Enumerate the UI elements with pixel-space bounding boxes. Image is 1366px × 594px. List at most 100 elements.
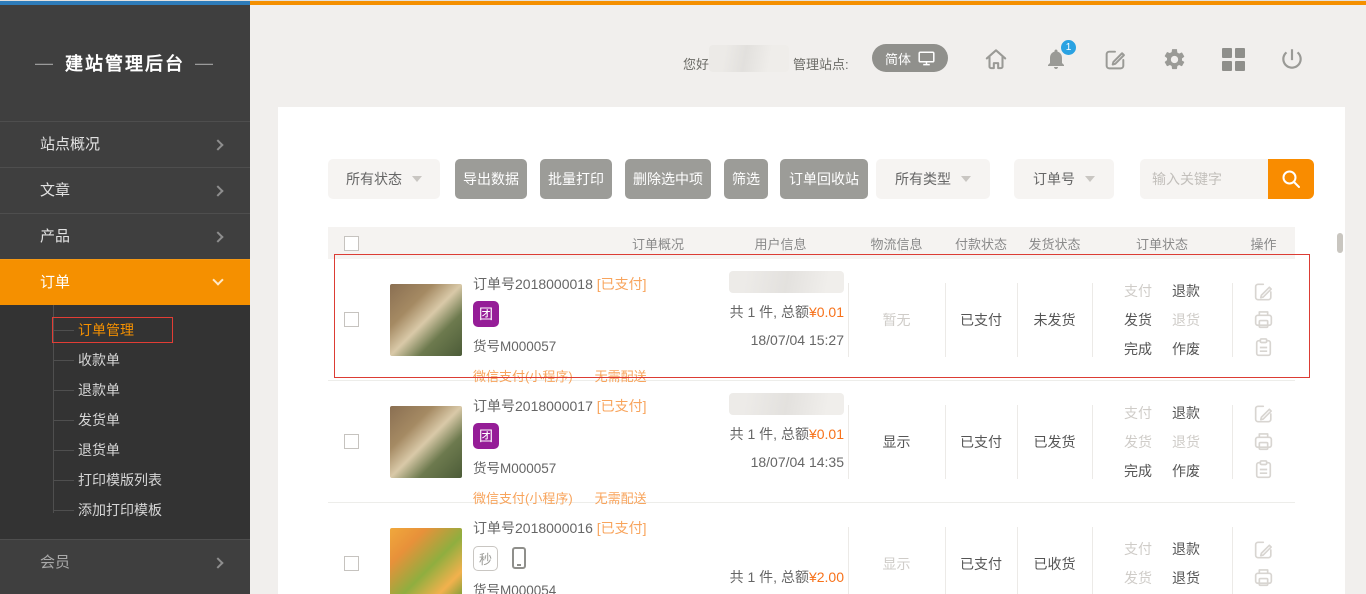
action-pay: 支付 bbox=[1124, 403, 1152, 423]
product-thumbnail[interactable] bbox=[390, 406, 462, 478]
action-pay: 支付 bbox=[1124, 539, 1152, 559]
action-void[interactable]: 作废 bbox=[1172, 461, 1200, 481]
keyword-input[interactable] bbox=[1140, 159, 1268, 199]
paid-tag: [已支付] bbox=[597, 520, 647, 536]
filter-button[interactable]: 筛选 bbox=[724, 159, 768, 199]
order-rows: 订单号2018000018 [已支付] 团 货号M000057 微信支付(小程序… bbox=[328, 259, 1295, 594]
submenu-item-label: 发货单 bbox=[78, 412, 120, 428]
row-checkbox[interactable] bbox=[344, 312, 359, 327]
export-data-button[interactable]: 导出数据 bbox=[455, 159, 527, 199]
action-complete[interactable]: 完成 bbox=[1124, 461, 1152, 481]
order-recycle-bin-button[interactable]: 订单回收站 bbox=[780, 159, 868, 199]
action-return: 退货 bbox=[1172, 310, 1200, 330]
sidebar-item-members[interactable]: 会员 bbox=[0, 539, 250, 585]
clipboard-icon[interactable] bbox=[1252, 458, 1276, 482]
submenu-item-shipping-orders[interactable]: 发货单 bbox=[0, 405, 250, 435]
product-thumbnail[interactable] bbox=[390, 284, 462, 356]
action-refund[interactable]: 退款 bbox=[1172, 281, 1200, 301]
print-icon[interactable] bbox=[1252, 566, 1276, 590]
edit-icon[interactable] bbox=[1252, 402, 1276, 426]
row-checkbox[interactable] bbox=[344, 556, 359, 571]
ship-status-value: 未发货 bbox=[1034, 310, 1076, 330]
bell-icon[interactable]: 1 bbox=[1042, 45, 1070, 73]
power-icon[interactable] bbox=[1278, 45, 1306, 73]
order-datetime: 18/07/04 15:27 bbox=[713, 332, 844, 348]
print-icon[interactable] bbox=[1252, 308, 1276, 332]
gear-icon[interactable] bbox=[1160, 45, 1188, 73]
batch-print-button[interactable]: 批量打印 bbox=[540, 159, 612, 199]
header-user-info: 用户信息 bbox=[713, 234, 848, 253]
pay-status-value: 已支付 bbox=[960, 432, 1002, 452]
header-logistics: 物流信息 bbox=[848, 234, 945, 253]
status-filter-value: 所有状态 bbox=[346, 169, 402, 189]
action-refund[interactable]: 退款 bbox=[1172, 403, 1200, 423]
submenu-item-label: 打印模版列表 bbox=[78, 472, 162, 488]
redacted-buyer-name bbox=[729, 271, 844, 293]
edit-icon[interactable] bbox=[1252, 538, 1276, 562]
order-number-line: 订单号2018000017 [已支付] bbox=[473, 396, 713, 416]
flash-sale-badge: 秒 bbox=[473, 546, 498, 571]
edit-icon[interactable] bbox=[1252, 280, 1276, 304]
admin-page: — 建站管理后台 — 站点概况 文章 产品 订单 bbox=[0, 0, 1366, 594]
order-action-links: 支付 退款 发货 退货 bbox=[1124, 539, 1200, 588]
language-pill[interactable]: 简体 bbox=[872, 44, 948, 72]
sidebar-item-label: 会员 bbox=[40, 554, 70, 571]
sku-label: 货号M000057 bbox=[473, 335, 713, 355]
search-button[interactable] bbox=[1268, 159, 1314, 199]
manage-site-label: 管理站点: bbox=[793, 54, 849, 73]
status-filter-dropdown[interactable]: 所有状态 bbox=[328, 159, 440, 199]
title-dash-left: — bbox=[35, 53, 55, 74]
action-return[interactable]: 退货 bbox=[1172, 568, 1200, 588]
header-ship-status: 发货状态 bbox=[1017, 234, 1092, 253]
clipboard-icon[interactable] bbox=[1252, 336, 1276, 360]
action-void[interactable]: 作废 bbox=[1172, 339, 1200, 359]
submenu-item-return-orders[interactable]: 退货单 bbox=[0, 435, 250, 465]
order-action-links: 支付 退款 发货 退货 完成 作废 bbox=[1124, 403, 1200, 481]
submenu-item-refund-orders[interactable]: 退款单 bbox=[0, 375, 250, 405]
product-thumbnail[interactable] bbox=[390, 528, 462, 594]
order-amount: ¥0.01 bbox=[809, 426, 844, 442]
submenu-item-label: 退货单 bbox=[78, 442, 120, 458]
row-checkbox[interactable] bbox=[344, 434, 359, 449]
ship-status-value: 已收货 bbox=[1034, 554, 1076, 574]
print-icon[interactable] bbox=[1252, 430, 1276, 454]
select-all-checkbox[interactable] bbox=[344, 236, 359, 251]
logistics-value[interactable]: 显示 bbox=[883, 432, 911, 452]
sku-label: 货号M000057 bbox=[473, 457, 713, 477]
type-filter-dropdown[interactable]: 所有类型 bbox=[876, 159, 990, 199]
sidebar-item-orders[interactable]: 订单 bbox=[0, 259, 250, 305]
orders-toolbar: 所有状态 导出数据 批量打印 删除选中项 筛选 订单回收站 bbox=[278, 159, 1345, 199]
action-complete[interactable]: 完成 bbox=[1124, 339, 1152, 359]
sidebar-item-products[interactable]: 产品 bbox=[0, 213, 250, 259]
submenu-item-receipts[interactable]: 收款单 bbox=[0, 345, 250, 375]
search-field-dropdown[interactable]: 订单号 bbox=[1014, 159, 1114, 199]
app-title-text: 建站管理后台 bbox=[65, 50, 185, 76]
submenu-item-label: 收款单 bbox=[78, 352, 120, 368]
edit-icon[interactable] bbox=[1101, 45, 1129, 73]
pay-status-value: 已支付 bbox=[960, 554, 1002, 574]
submenu-item-print-template-list[interactable]: 打印模版列表 bbox=[0, 465, 250, 495]
sku-label: 货号M000054 bbox=[473, 579, 713, 594]
chevron-down-icon bbox=[412, 176, 422, 182]
home-icon[interactable] bbox=[982, 45, 1010, 73]
order-number: 订单号2018000016 bbox=[473, 520, 593, 536]
chevron-right-icon bbox=[212, 185, 223, 196]
sidebar-item-site-overview[interactable]: 站点概况 bbox=[0, 121, 250, 167]
action-refund[interactable]: 退款 bbox=[1172, 539, 1200, 559]
mobile-phone-icon bbox=[512, 547, 526, 569]
order-amount: ¥2.00 bbox=[809, 569, 844, 585]
header-pay-status: 付款状态 bbox=[945, 234, 1017, 253]
pay-status-value: 已支付 bbox=[960, 310, 1002, 330]
sidebar-item-articles[interactable]: 文章 bbox=[0, 167, 250, 213]
chevron-down-icon bbox=[212, 274, 223, 285]
scrollbar-thumb[interactable] bbox=[1337, 233, 1343, 253]
paid-tag: [已支付] bbox=[597, 276, 647, 292]
grid-icon[interactable] bbox=[1219, 45, 1247, 73]
action-ship: 发货 bbox=[1124, 568, 1152, 588]
table-row: 订单号2018000017 [已支付] 团 货号M000057 微信支付(小程序… bbox=[328, 381, 1295, 503]
submenu-item-order-management[interactable]: 订单管理 bbox=[0, 315, 250, 345]
delete-selected-button[interactable]: 删除选中项 bbox=[625, 159, 711, 199]
action-ship[interactable]: 发货 bbox=[1124, 310, 1152, 330]
order-datetime: 18/07/04 14:35 bbox=[713, 454, 844, 470]
submenu-item-add-print-template[interactable]: 添加打印模板 bbox=[0, 495, 250, 525]
